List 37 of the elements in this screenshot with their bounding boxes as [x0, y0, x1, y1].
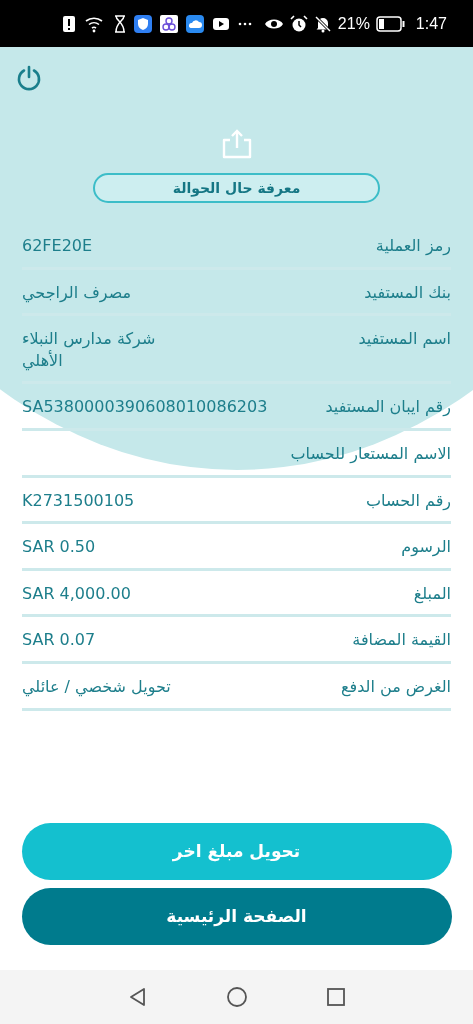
detail-label: الرسوم	[400, 536, 451, 558]
detail-label: المبلغ	[412, 582, 451, 605]
detail-value: 62FE20E	[22, 235, 94, 257]
back-icon[interactable]	[127, 987, 148, 1007]
shield-icon	[134, 14, 152, 33]
detail-value: شركة مدارس النبلاء الأهلي	[22, 328, 157, 372]
detail-label: رقم الحساب	[365, 489, 451, 512]
home-button[interactable]: الصفحة الرئيسية	[21, 888, 452, 945]
detail-label: رقم ايبان المستفيد	[324, 396, 451, 418]
detail-label: القيمة المضافة	[351, 629, 451, 651]
detail-value: SAR 0.50	[22, 536, 97, 558]
hourglass-icon	[114, 14, 126, 33]
detail-value: تحويل شخصي / عائلي	[22, 675, 172, 698]
detail-value: SAR 4,000.00	[22, 582, 132, 605]
bell-off-icon	[313, 14, 332, 33]
cloud-icon	[186, 14, 204, 33]
home-icon[interactable]	[225, 986, 248, 1008]
transfer-again-button[interactable]: تحويل مبلغ اخر	[21, 823, 452, 880]
alarm-icon	[289, 14, 308, 33]
alert-icon	[62, 14, 76, 33]
detail-label: الاسم المستعار للحساب	[289, 442, 451, 465]
detail-value: K2731500105	[22, 489, 136, 512]
detail-label: رمز العملية	[374, 235, 451, 257]
status-inquiry-button[interactable]: معرفة حال الحوالة	[93, 173, 380, 203]
power-icon[interactable]	[16, 65, 42, 91]
detail-label: الغرض من الدفع	[340, 675, 451, 698]
battery-percent: 21%	[337, 13, 370, 34]
recents-icon[interactable]	[325, 987, 346, 1007]
battery-icon	[375, 15, 406, 32]
detail-value: مصرف الراجحي	[22, 281, 133, 304]
detail-label: اسم المستفيد	[357, 328, 451, 351]
app-icon	[160, 14, 178, 33]
clock-time: 1:47	[415, 13, 447, 34]
more-icon	[238, 21, 252, 26]
detail-label: بنك المستفيد	[363, 281, 451, 304]
detail-value: SAR 0.07	[22, 629, 97, 651]
detail-value: SA5380000390608010086203	[22, 396, 268, 418]
